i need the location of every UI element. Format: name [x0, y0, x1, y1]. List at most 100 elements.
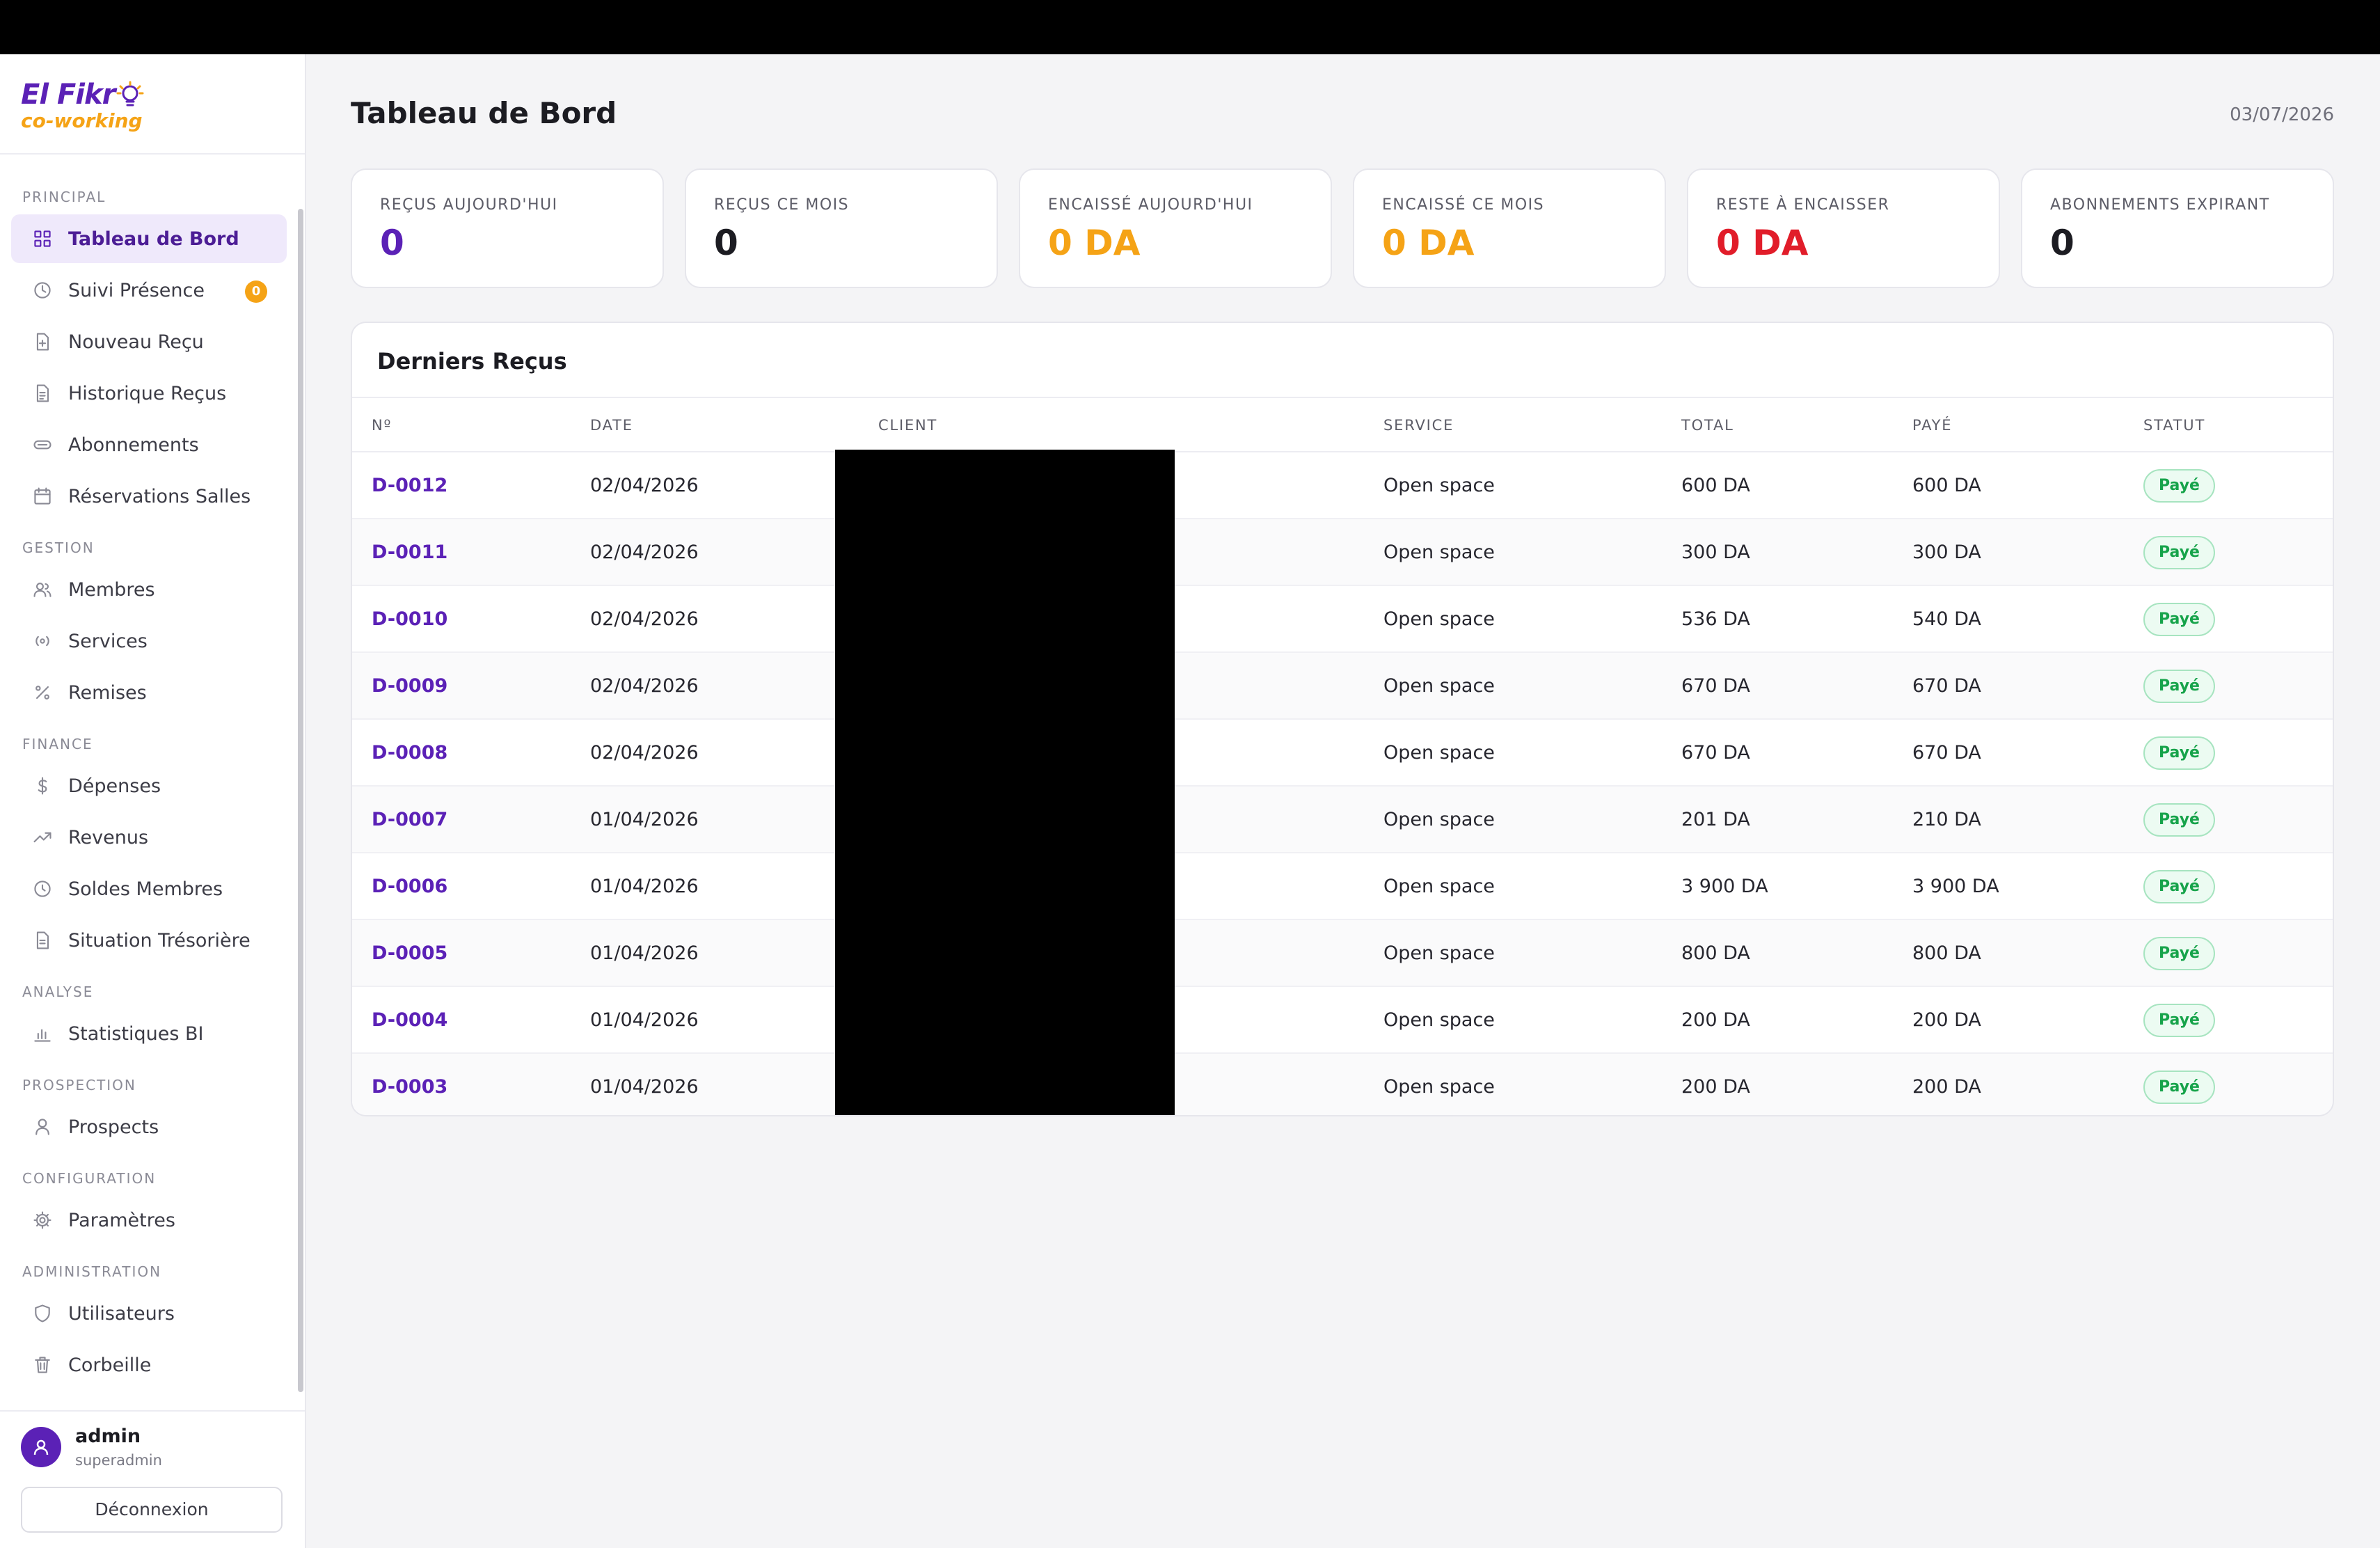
nav-icon-wrap: [31, 227, 54, 251]
sidebar-item-label: Paramètres: [68, 1209, 175, 1231]
table-row[interactable]: D-0012 02/04/2026 Open space 600 DA 600 DA Pa…: [352, 452, 2333, 519]
cell-paid: 200 DA: [1912, 1009, 1981, 1031]
column-header[interactable]: CLIENT: [878, 398, 937, 452]
cell-paid: 540 DA: [1912, 608, 1981, 630]
sidebar-item-clock[interactable]: Suivi Présence 0: [11, 266, 287, 315]
stat-card-value: 0 DA: [1382, 223, 1475, 263]
cell-total: 536 DA: [1681, 608, 1750, 630]
sidebar-item-shield[interactable]: Utilisateurs: [11, 1289, 287, 1338]
app-logo[interactable]: El Fikr co-working: [21, 79, 188, 142]
cell-num[interactable]: D-0003: [372, 1054, 447, 1115]
sidebar-item-document[interactable]: Situation Trésorière: [11, 916, 287, 965]
column-header[interactable]: Nº: [372, 398, 392, 452]
sidebar-item-file-plus[interactable]: Nouveau Reçu: [11, 317, 287, 366]
table-row[interactable]: D-0010 02/04/2026 Open space 536 DA 540 DA Pa…: [352, 586, 2333, 653]
column-header[interactable]: DATE: [590, 398, 633, 452]
sidebar-item-label: Soldes Membres: [68, 878, 223, 900]
sidebar-item-grid[interactable]: Tableau de Bord: [11, 214, 287, 263]
stat-card-label: ENCAISSÉ AUJOURD'HUI: [1048, 196, 1253, 214]
logo-line1: El Fikr: [21, 79, 116, 111]
column-header[interactable]: TOTAL: [1681, 398, 1734, 452]
cell-num[interactable]: D-0011: [372, 519, 447, 586]
column-header[interactable]: STATUT: [2143, 398, 2205, 452]
user-panel: admin superadmin Déconnexion: [0, 1410, 305, 1548]
table-row[interactable]: D-0004 01/04/2026 Open space 200 DA 200 DA Pa…: [352, 987, 2333, 1054]
cell-service: Open space: [1383, 742, 1495, 764]
sidebar-item-trending-up[interactable]: Revenus: [11, 813, 287, 862]
cell-total: 3 900 DA: [1681, 876, 1768, 897]
sidebar-item-percent[interactable]: Remises: [11, 668, 287, 717]
sidebar-item-gear[interactable]: Paramètres: [11, 1196, 287, 1245]
card-icon: [33, 440, 51, 450]
sidebar-item-label: Suivi Présence: [68, 279, 205, 301]
cell-num[interactable]: D-0007: [372, 787, 447, 853]
sidebar-item-label: Historique Reçus: [68, 382, 227, 404]
sidebar-item-label: Services: [68, 630, 148, 652]
user-name: admin: [75, 1425, 141, 1447]
table-row[interactable]: D-0009 02/04/2026 Open space 670 DA 670 DA Pa…: [352, 653, 2333, 720]
cell-total: 670 DA: [1681, 742, 1750, 764]
table-row[interactable]: D-0011 02/04/2026 Open space 300 DA 300 DA Pa…: [352, 519, 2333, 586]
stat-card: ENCAISSÉ CE MOIS 0 DA: [1353, 168, 1666, 288]
sidebar-item-users[interactable]: Membres: [11, 565, 287, 614]
sidebar-item-dollar[interactable]: Dépenses: [11, 761, 287, 810]
sidebar-item-label: Prospects: [68, 1116, 159, 1138]
sidebar-item-label: Abonnements: [68, 434, 199, 456]
cell-paid: 670 DA: [1912, 742, 1981, 764]
page-title: Tableau de Bord: [351, 96, 617, 130]
table-row[interactable]: D-0005 01/04/2026 Open space 800 DA 800 DA Pa…: [352, 920, 2333, 987]
sidebar-item-circle-clock[interactable]: Soldes Membres: [11, 864, 287, 913]
sidebar-item-trash[interactable]: Corbeille: [11, 1341, 287, 1389]
cell-date: 01/04/2026: [590, 1009, 699, 1031]
cell-service: Open space: [1383, 1009, 1495, 1031]
cell-paid: 800 DA: [1912, 942, 1981, 964]
sidebar-item-label: Corbeille: [68, 1354, 152, 1376]
cell-num[interactable]: D-0008: [372, 720, 447, 787]
cell-num[interactable]: D-0009: [372, 653, 447, 720]
cell-service: Open space: [1383, 809, 1495, 830]
nav-section-title: FINANCE: [22, 736, 93, 752]
sidebar-item-label: Tableau de Bord: [68, 228, 239, 250]
sidebar-item-user[interactable]: Prospects: [11, 1103, 287, 1151]
gear-icon: [33, 1211, 51, 1229]
cell-paid: 300 DA: [1912, 542, 1981, 563]
cell-num[interactable]: D-0004: [372, 987, 447, 1054]
logo-divider: [0, 153, 305, 155]
sidebar-scrollbar[interactable]: [298, 209, 303, 1392]
cell-num[interactable]: D-0012: [372, 452, 447, 519]
cell-num[interactable]: D-0010: [372, 586, 447, 653]
clock-icon: [34, 282, 51, 299]
lightbulb-icon: [116, 81, 144, 106]
sidebar-item-calendar[interactable]: Réservations Salles: [11, 472, 287, 521]
sidebar-item-card[interactable]: Abonnements: [11, 420, 287, 469]
avatar[interactable]: [21, 1427, 61, 1467]
sidebar-item-bar-chart[interactable]: Statistiques BI: [11, 1009, 287, 1058]
nav-icon-wrap: [31, 826, 54, 849]
cell-paid: 200 DA: [1912, 1076, 1981, 1098]
table-row[interactable]: D-0003 01/04/2026 Open space 200 DA 200 DA Pa…: [352, 1054, 2333, 1115]
table-row[interactable]: D-0006 01/04/2026 Open space 3 900 DA 3 900 …: [352, 853, 2333, 920]
column-header[interactable]: PAYÉ: [1912, 398, 1952, 452]
table-row[interactable]: D-0007 01/04/2026 Open space 201 DA 210 DA Pa…: [352, 787, 2333, 853]
column-header[interactable]: SERVICE: [1383, 398, 1454, 452]
status-badge: Payé: [2143, 803, 2215, 837]
cell-num[interactable]: D-0005: [372, 920, 447, 987]
stat-card-label: ENCAISSÉ CE MOIS: [1382, 196, 1545, 214]
table-row[interactable]: D-0008 02/04/2026 Open space 670 DA 670 DA Pa…: [352, 720, 2333, 787]
sidebar-item-file-text[interactable]: Historique Reçus: [11, 369, 287, 418]
table-title: Derniers Reçus: [377, 348, 567, 374]
sidebar-item-radio[interactable]: Services: [11, 617, 287, 665]
status-badge: Payé: [2143, 469, 2215, 503]
cell-num[interactable]: D-0006: [372, 853, 447, 920]
grid-icon: [34, 230, 51, 247]
user-avatar-icon: [33, 1439, 49, 1455]
status-badge: Payé: [2143, 736, 2215, 770]
cell-total: 200 DA: [1681, 1009, 1750, 1031]
sidebar-item-label: Nouveau Reçu: [68, 331, 204, 353]
stat-card: REÇUS AUJOURD'HUI 0: [351, 168, 664, 288]
nav-section-title: PROSPECTION: [22, 1077, 136, 1093]
cell-total: 600 DA: [1681, 475, 1750, 496]
dollar-icon: [38, 777, 47, 795]
nav-icon-wrap: [31, 929, 54, 952]
logout-button[interactable]: Déconnexion: [21, 1487, 283, 1533]
